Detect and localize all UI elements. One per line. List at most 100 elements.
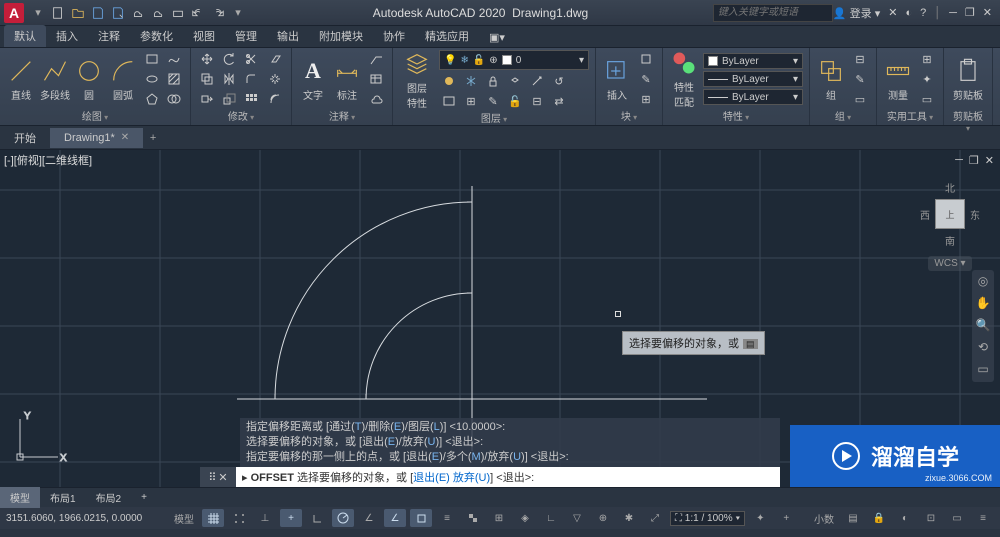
move-icon[interactable] [197,50,217,68]
tab-start[interactable]: 开始 [0,126,50,150]
ellipse-icon[interactable] [142,70,162,88]
ortho-toggle[interactable] [306,509,328,527]
transparency-toggle[interactable] [462,509,484,527]
trim-icon[interactable] [241,50,261,68]
layer-freeze-icon[interactable] [461,72,481,90]
rotate-icon[interactable] [219,50,239,68]
new-icon[interactable] [49,4,67,22]
nav-wheel-icon[interactable]: ◎ [975,274,991,290]
create-block-icon[interactable] [636,50,656,68]
cycling-toggle[interactable]: ⊞ [488,509,510,527]
panel-util-label[interactable]: 实用工具 [883,108,937,125]
layer-state-icon[interactable] [439,92,459,110]
layer-properties-button[interactable]: 图层 特性 [399,51,435,109]
tab-collab[interactable]: 协作 [373,25,415,47]
navigation-bar[interactable]: ◎ ✋ 🔍 ⟲ ▭ [972,270,994,382]
rect-icon[interactable] [142,50,162,68]
anno-monitor-icon[interactable]: + [775,509,797,527]
arc-button[interactable]: 圆弧 [108,50,138,108]
region-icon[interactable] [164,90,184,108]
tab-view[interactable]: 视图 [183,25,225,47]
close-button[interactable]: ✕ [983,6,992,19]
layer-lock-icon[interactable] [483,72,503,90]
dynucs-toggle[interactable]: ∟ [540,509,562,527]
undo-icon[interactable] [189,4,207,22]
a360-icon[interactable]: ◐ [905,7,912,19]
add-tab-button[interactable]: + [143,132,163,144]
layer-unlock-icon[interactable]: 🔓 [505,92,525,110]
wcs-label[interactable]: WCS ▾ [928,256,971,271]
scale-icon[interactable] [219,90,239,108]
layer-off-icon[interactable] [439,72,459,90]
viewcube-south[interactable]: 南 [920,233,980,248]
filter-toggle[interactable]: ▽ [566,509,588,527]
nav-zoom-icon[interactable]: 🔍 [975,318,991,334]
polar-toggle[interactable] [332,509,354,527]
layout1-tab[interactable]: 布局1 [40,487,86,508]
point-icon[interactable]: ✦ [917,70,937,88]
tab-manage[interactable]: 管理 [225,25,267,47]
dynamic-input-toggle[interactable]: + [280,509,302,527]
vp-minimize[interactable]: ─ [955,154,963,167]
isolate-icon[interactable]: ◐ [894,509,916,527]
cmd-handle[interactable]: ⠿✕ [200,467,236,487]
line-button[interactable]: 直线 [6,50,36,108]
autoscale-toggle[interactable]: ⤢ [644,509,666,527]
fillet-icon[interactable] [241,70,261,88]
3dosnap-toggle[interactable]: ◈ [514,509,536,527]
stretch-icon[interactable] [197,90,217,108]
coordinates-readout[interactable]: 3151.6060, 1966.0215, 0.0000 [6,513,166,524]
mirror-icon[interactable] [219,70,239,88]
nav-orbit-icon[interactable]: ⟲ [975,340,991,356]
command-line[interactable]: ⠿✕ ▸ OFFSET 选择要偏移的对象，或 [退出(E) 放弃(U)] <退出… [200,467,780,487]
measure-button[interactable]: 测量 [883,50,913,108]
add-layout-tab[interactable]: + [131,489,157,506]
units-readout[interactable]: 小数 [810,509,838,527]
close-tab-icon[interactable]: ✕ [121,132,129,143]
nav-show-icon[interactable]: ▭ [975,362,991,378]
layout2-tab[interactable]: 布局2 [86,487,132,508]
clipboard-button[interactable]: 剪贴板 [950,50,986,108]
signin-button[interactable]: 👤 登录 ▾ [833,5,880,21]
copy-icon[interactable] [197,70,217,88]
layer-walk-icon[interactable]: ⊞ [461,92,481,110]
exchange-icon[interactable]: ✕ [888,6,897,19]
customize-icon[interactable]: ≡ [972,509,994,527]
tab-featured[interactable]: 精选应用 [415,25,479,47]
isodraft-toggle[interactable]: ∠ [358,509,380,527]
tab-output[interactable]: 输出 [267,25,309,47]
minimize-button[interactable]: ─ [949,7,957,19]
redo-icon[interactable] [209,4,227,22]
calc-icon[interactable]: ⊞ [917,50,937,68]
layer-combo[interactable]: 💡❄🔓⊕ 0▾ [439,50,589,70]
cleanscreen-icon[interactable]: ▭ [946,509,968,527]
viewcube-east[interactable]: 东 [970,207,980,222]
viewcube-top[interactable]: 上 [935,199,965,229]
nav-pan-icon[interactable]: ✋ [975,296,991,312]
tab-annotate[interactable]: 注释 [88,25,130,47]
panel-annot-label[interactable]: 注释 [298,108,386,125]
panel-clip-label[interactable]: 剪贴板 [950,108,986,136]
ungroup-icon[interactable]: ⊟ [850,50,870,68]
viewcube-north[interactable]: 北 [920,180,980,195]
color-combo[interactable]: ByLayer▾ [703,53,803,69]
edit-block-icon[interactable]: ✎ [636,70,656,88]
workspace-toggle[interactable]: ✦ [749,509,771,527]
model-tab[interactable]: 模型 [0,487,40,508]
leader-icon[interactable] [366,50,386,68]
cloud-open-icon[interactable] [129,4,147,22]
layer-iso-icon[interactable] [505,72,525,90]
grid-toggle[interactable] [202,509,224,527]
group-button[interactable]: 组 [816,50,846,108]
hatch-icon[interactable] [164,70,184,88]
annot-vis-toggle[interactable]: ✱ [618,509,640,527]
hardware-accel-icon[interactable]: ⊡ [920,509,942,527]
help-search-input[interactable] [713,4,833,22]
ribbon-expand[interactable]: ▣▾ [479,28,515,47]
panel-draw-label[interactable]: 绘图 [6,108,184,125]
tab-default[interactable]: 默认 [4,25,46,47]
layer-uniso-icon[interactable]: ⊟ [527,92,547,110]
dimension-button[interactable]: 标注 [332,50,362,108]
panel-layer-label[interactable]: 图层 [399,110,589,127]
spline-icon[interactable] [164,50,184,68]
